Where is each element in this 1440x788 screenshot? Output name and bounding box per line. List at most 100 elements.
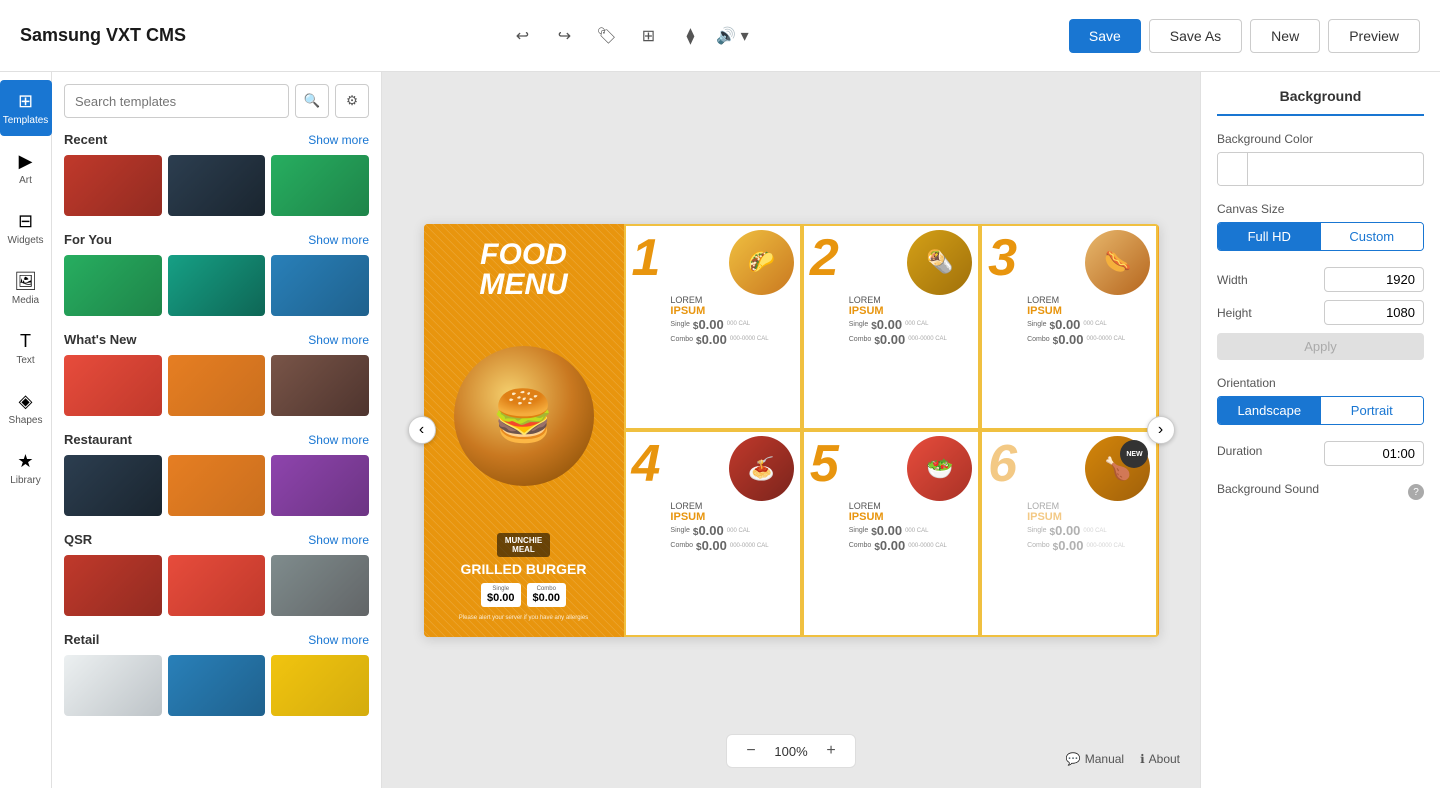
template-thumb[interactable] <box>168 455 266 516</box>
full-hd-button[interactable]: Full HD <box>1218 223 1321 250</box>
portrait-button[interactable]: Portrait <box>1321 397 1424 424</box>
height-input[interactable] <box>1324 300 1424 325</box>
toolbar-icons: ↩ ↪ 🏷 ⊞ ⧫ 🔊 ▾ <box>503 17 751 55</box>
for-you-title: For You <box>64 232 112 247</box>
apply-button[interactable]: Apply <box>1217 333 1424 360</box>
canvas-toggle-left[interactable]: ‹ <box>408 416 436 444</box>
search-input[interactable] <box>64 84 289 118</box>
help-icon[interactable]: ? <box>1408 484 1424 500</box>
redo-button[interactable]: ↪ <box>545 17 583 55</box>
food-image-5: 🥗 <box>907 436 972 501</box>
zoom-controls: − 100% + <box>726 734 856 768</box>
sidebar-item-templates[interactable]: ⊞ Templates <box>0 80 52 136</box>
food-image-2: 🌯 <box>907 230 972 295</box>
retail-section-header: Retail Show more <box>64 632 369 647</box>
canvas-area: ‹ › FOODMENU 🍔 MUNCHIEMEAL GRILLED <box>382 72 1200 788</box>
sidebar-item-shapes[interactable]: ◈ Shapes <box>0 380 52 436</box>
save-button[interactable]: Save <box>1069 19 1141 53</box>
recent-section-header: Recent Show more <box>64 132 369 147</box>
sidebar-item-media[interactable]: 🖼 Media <box>0 260 52 316</box>
sidebar-item-text-label: Text <box>16 355 34 366</box>
template-thumb[interactable] <box>271 355 369 416</box>
orientation-section: Orientation Landscape Portrait <box>1217 376 1424 425</box>
template-thumb[interactable] <box>168 555 266 616</box>
layers-button[interactable]: ⧫ <box>671 17 709 55</box>
template-thumb[interactable] <box>64 155 162 216</box>
retail-grid <box>64 655 369 716</box>
manual-link[interactable]: 💬 Manual <box>1066 752 1124 766</box>
search-button[interactable]: 🔍 <box>295 84 329 118</box>
template-thumb[interactable] <box>64 555 162 616</box>
landscape-button[interactable]: Landscape <box>1218 397 1321 424</box>
color-swatch <box>1218 153 1248 185</box>
zoom-out-button[interactable]: − <box>739 739 763 763</box>
save-as-button[interactable]: Save As <box>1149 19 1242 53</box>
bg-sound-row: Background Sound ? <box>1217 482 1424 502</box>
template-thumb[interactable] <box>271 455 369 516</box>
template-thumb[interactable] <box>271 655 369 716</box>
food-image-1: 🌮 <box>729 230 794 295</box>
template-thumb[interactable] <box>168 155 266 216</box>
undo-button[interactable]: ↩ <box>503 17 541 55</box>
sidebar-item-text[interactable]: T Text <box>0 320 52 376</box>
custom-button[interactable]: Custom <box>1321 223 1424 250</box>
width-input[interactable] <box>1324 267 1424 292</box>
template-thumb[interactable] <box>168 355 266 416</box>
sidebar-item-media-label: Media <box>12 295 39 306</box>
recent-grid <box>64 155 369 216</box>
tag-button[interactable]: 🏷 <box>587 17 625 55</box>
template-thumb[interactable] <box>271 155 369 216</box>
whats-new-show-more[interactable]: Show more <box>308 333 369 347</box>
template-thumb[interactable] <box>168 255 266 316</box>
art-icon: ▶ <box>19 151 33 172</box>
template-thumb[interactable] <box>64 255 162 316</box>
filter-button[interactable]: ⚙ <box>335 84 369 118</box>
main-layout: ⊞ Templates ▶ Art ⊟ Widgets 🖼 Media T Te… <box>0 72 1440 788</box>
whats-new-section-header: What's New Show more <box>64 332 369 347</box>
grid-button[interactable]: ⊞ <box>629 17 667 55</box>
about-link[interactable]: ℹ About <box>1140 752 1180 766</box>
template-thumb[interactable] <box>271 255 369 316</box>
restaurant-grid <box>64 455 369 516</box>
zoom-level: 100% <box>771 744 811 759</box>
height-label: Height <box>1217 306 1252 320</box>
topbar: Samsung VXT CMS ↩ ↪ 🏷 ⊞ ⧫ 🔊 ▾ Save Save … <box>0 0 1440 72</box>
for-you-section-header: For You Show more <box>64 232 369 247</box>
retail-show-more[interactable]: Show more <box>308 633 369 647</box>
manual-icon: 💬 <box>1066 752 1081 766</box>
width-row: Width <box>1217 267 1424 292</box>
grilled-burger-text: GRILLED BURGER <box>459 561 588 577</box>
qsr-grid <box>64 555 369 616</box>
template-thumb[interactable] <box>168 655 266 716</box>
sidebar-item-templates-label: Templates <box>3 115 49 126</box>
restaurant-show-more[interactable]: Show more <box>308 433 369 447</box>
bg-color-input[interactable] <box>1217 152 1424 186</box>
shapes-icon: ◈ <box>19 391 33 412</box>
preview-button[interactable]: Preview <box>1328 19 1420 53</box>
whats-new-title: What's New <box>64 332 136 347</box>
panel-title: Background <box>1217 88 1424 116</box>
sidebar-item-library[interactable]: ★ Library <box>0 440 52 496</box>
template-thumb[interactable] <box>271 555 369 616</box>
menu-item-3: 3 🌭 LOREM IPSUM Single $0.00 000 CAL Com… <box>980 224 1158 431</box>
sidebar-item-widgets[interactable]: ⊟ Widgets <box>0 200 52 256</box>
media-icon: 🖼 <box>14 271 37 292</box>
template-thumb[interactable] <box>64 355 162 416</box>
duration-input[interactable] <box>1324 441 1424 466</box>
app-title: Samsung VXT CMS <box>20 25 186 46</box>
sidebar-icons: ⊞ Templates ▶ Art ⊟ Widgets 🖼 Media T Te… <box>0 72 52 788</box>
recent-show-more[interactable]: Show more <box>308 133 369 147</box>
duration-label: Duration <box>1217 444 1262 458</box>
zoom-in-button[interactable]: + <box>819 739 843 763</box>
qsr-show-more[interactable]: Show more <box>308 533 369 547</box>
sound-button[interactable]: 🔊 ▾ <box>713 17 751 55</box>
menu-item-1: 1 🌮 LOREM IPSUM Single $0.00 000 CAL Com… <box>624 224 802 431</box>
new-button[interactable]: New <box>1250 19 1320 53</box>
sidebar-item-art[interactable]: ▶ Art <box>0 140 52 196</box>
template-thumb[interactable] <box>64 655 162 716</box>
template-thumb[interactable] <box>64 455 162 516</box>
menu-item-6: 6 🍗 LOREM IPSUM Single $0.00 000 CAL Com… <box>980 430 1158 637</box>
canvas-toggle-right[interactable]: › <box>1147 416 1175 444</box>
menu-item-4: 4 🍝 LOREM IPSUM Single $0.00 000 CAL Com… <box>624 430 802 637</box>
for-you-show-more[interactable]: Show more <box>308 233 369 247</box>
